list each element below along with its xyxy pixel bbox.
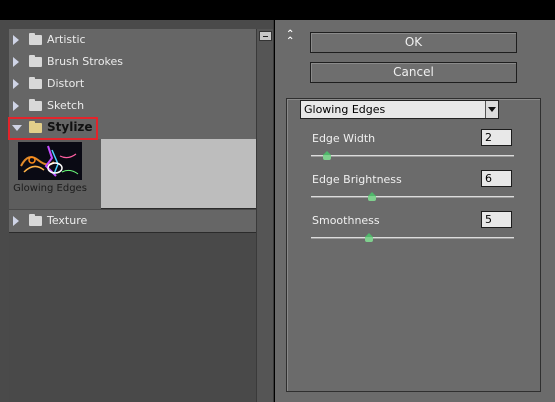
ok-button[interactable]: OK: [310, 32, 517, 53]
edge-width-label: Edge Width: [312, 132, 376, 145]
collapse-chevron-icon[interactable]: ⌃ ⌃: [286, 30, 298, 47]
edge-width-slider-track[interactable]: [311, 155, 514, 157]
filter-dropdown[interactable]: Glowing Edges: [300, 100, 499, 119]
category-sketch[interactable]: Sketch: [9, 95, 256, 118]
edge-width-slider-thumb[interactable]: [322, 151, 331, 160]
expand-triangle-icon[interactable]: [13, 79, 19, 89]
smoothness-slider-thumb[interactable]: [365, 233, 373, 242]
folder-icon: [29, 77, 42, 89]
smoothness-label: Smoothness: [312, 214, 380, 227]
selection-highlight-box: [8, 117, 98, 140]
expand-triangle-icon[interactable]: [13, 101, 19, 111]
category-label: Texture: [47, 214, 88, 227]
minimize-icon[interactable]: [259, 31, 272, 41]
category-label: Distort: [47, 77, 85, 90]
filter-thumbnail-glowing-edges[interactable]: Glowing Edges: [9, 139, 101, 209]
category-distort[interactable]: Distort: [9, 73, 256, 96]
folder-icon: [29, 55, 42, 67]
expand-triangle-icon[interactable]: [13, 216, 19, 226]
category-label: Artistic: [47, 33, 86, 46]
edge-brightness-slider-thumb[interactable]: [367, 192, 376, 201]
category-texture[interactable]: Texture: [9, 210, 256, 233]
edge-brightness-label: Edge Brightness: [312, 173, 402, 186]
scrollbar[interactable]: [256, 29, 273, 402]
stylize-filter-thumbnails: Glowing Edges: [9, 139, 256, 209]
category-label: Sketch: [47, 99, 85, 112]
smoothness-slider-track[interactable]: [311, 237, 514, 239]
smoothness-input[interactable]: 5: [481, 211, 512, 228]
category-artistic[interactable]: Artistic: [9, 29, 256, 52]
folder-icon: [29, 214, 42, 226]
folder-icon: [29, 33, 42, 45]
category-brush-strokes[interactable]: Brush Strokes: [9, 51, 256, 74]
expand-triangle-icon[interactable]: [13, 57, 19, 67]
expand-triangle-icon[interactable]: [13, 35, 19, 45]
dropdown-arrow-icon[interactable]: [485, 101, 498, 118]
folder-icon: [29, 99, 42, 111]
cancel-button[interactable]: Cancel: [310, 62, 517, 83]
filter-category-tree: Artistic Brush Strokes Distort Sketch St…: [9, 29, 256, 402]
filter-thumbnail-label: Glowing Edges: [13, 183, 87, 194]
category-label: Brush Strokes: [47, 55, 124, 68]
edge-brightness-slider-track[interactable]: [311, 196, 514, 198]
edge-brightness-input[interactable]: 6: [481, 170, 512, 187]
edge-width-input[interactable]: 2: [481, 129, 512, 146]
glowing-edges-preview-image: [18, 142, 82, 180]
